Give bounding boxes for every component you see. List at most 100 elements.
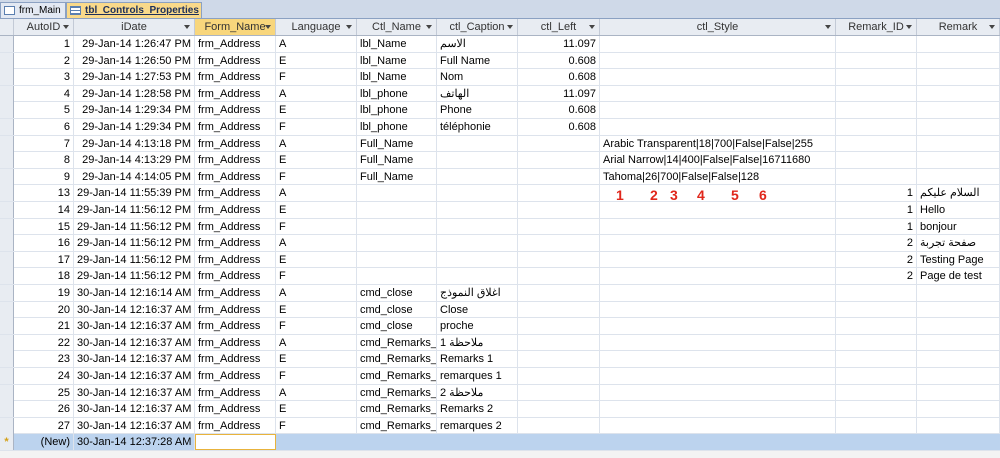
cell-ctl-caption[interactable]: Phone bbox=[437, 102, 518, 119]
cell-remark[interactable]: Testing Page bbox=[917, 251, 1000, 268]
cell-ctl-left[interactable] bbox=[518, 218, 600, 235]
row-selector[interactable] bbox=[0, 268, 14, 285]
cell-language[interactable]: A bbox=[276, 235, 357, 252]
cell-ctl-name[interactable]: lbl_Name bbox=[357, 69, 437, 86]
row-selector[interactable] bbox=[0, 102, 14, 119]
cell-idate[interactable]: 29-Jan-14 1:27:53 PM bbox=[74, 69, 195, 86]
cell-ctl-name[interactable]: lbl_phone bbox=[357, 102, 437, 119]
cell-ctl-style[interactable] bbox=[600, 218, 836, 235]
cell-idate[interactable]: 29-Jan-14 4:14:05 PM bbox=[74, 168, 195, 185]
cell-form-name[interactable]: frm_Address bbox=[195, 152, 276, 169]
cell-ctl-left[interactable] bbox=[518, 235, 600, 252]
cell-form-name[interactable]: frm_Address bbox=[195, 334, 276, 351]
cell-language[interactable]: F bbox=[276, 268, 357, 285]
cell-ctl-style[interactable] bbox=[600, 285, 836, 301]
chevron-down-icon[interactable] bbox=[989, 25, 995, 29]
chevron-down-icon[interactable] bbox=[426, 25, 432, 29]
cell-language[interactable]: E bbox=[276, 52, 357, 69]
cell-ctl-caption[interactable] bbox=[437, 202, 518, 218]
cell-autoid[interactable]: 14 bbox=[14, 202, 74, 218]
cell-ctl-style[interactable] bbox=[600, 102, 836, 119]
cell-autoid[interactable]: 8 bbox=[14, 152, 74, 169]
cell-form-name-input[interactable] bbox=[195, 434, 276, 451]
row-selector[interactable] bbox=[0, 384, 14, 401]
table-row[interactable]: 15 29-Jan-14 11:56:12 PM frm_Address F 1 bonj… bbox=[0, 218, 1000, 236]
cell-ctl-style[interactable] bbox=[600, 36, 836, 52]
cell-ctl-style[interactable] bbox=[600, 417, 836, 434]
row-selector[interactable] bbox=[0, 251, 14, 268]
cell-autoid[interactable]: 24 bbox=[14, 368, 74, 384]
row-selector[interactable] bbox=[0, 368, 14, 384]
cell-remark[interactable] bbox=[917, 351, 1000, 368]
cell-remark-id[interactable] bbox=[836, 168, 917, 185]
cell-idate[interactable]: 29-Jan-14 4:13:18 PM bbox=[74, 135, 195, 152]
cell-language[interactable]: E bbox=[276, 152, 357, 169]
cell-ctl-left[interactable] bbox=[518, 301, 600, 318]
cell-ctl-caption[interactable]: Remarks 2 bbox=[437, 401, 518, 418]
cell-ctl-name[interactable]: lbl_Name bbox=[357, 52, 437, 69]
row-selector[interactable] bbox=[0, 69, 14, 86]
cell-autoid[interactable]: 20 bbox=[14, 301, 74, 318]
cell-language[interactable]: A bbox=[276, 334, 357, 351]
cell-ctl-style[interactable] bbox=[600, 301, 836, 318]
cell-ctl-left[interactable]: 0.608 bbox=[518, 52, 600, 69]
cell-form-name[interactable]: frm_Address bbox=[195, 318, 276, 335]
cell-ctl-left[interactable] bbox=[518, 401, 600, 418]
row-selector[interactable] bbox=[0, 318, 14, 335]
cell-ctl-style[interactable] bbox=[600, 235, 836, 252]
cell-remark-id[interactable] bbox=[836, 36, 917, 52]
cell-idate[interactable]: 29-Jan-14 11:56:12 PM bbox=[74, 202, 195, 218]
cell-autoid[interactable]: 23 bbox=[14, 351, 74, 368]
cell-remark-id[interactable]: 1 bbox=[836, 218, 917, 235]
column-header-remark-id[interactable]: Remark_ID bbox=[836, 19, 917, 35]
cell-idate[interactable]: 29-Jan-14 1:29:34 PM bbox=[74, 119, 195, 135]
cell-ctl-caption[interactable]: remarques 2 bbox=[437, 417, 518, 434]
cell-form-name[interactable]: frm_Address bbox=[195, 351, 276, 368]
cell-ctl-name[interactable] bbox=[357, 218, 437, 235]
cell-language[interactable]: F bbox=[276, 318, 357, 335]
cell-ctl-name[interactable]: Full_Name bbox=[357, 168, 437, 185]
cell-ctl-style[interactable] bbox=[600, 185, 836, 202]
row-selector[interactable] bbox=[0, 119, 14, 135]
cell-autoid[interactable]: 19 bbox=[14, 285, 74, 301]
chevron-down-icon[interactable] bbox=[825, 25, 831, 29]
cell-remark-id[interactable] bbox=[836, 152, 917, 169]
cell-ctl-left[interactable] bbox=[518, 202, 600, 218]
column-header-remark[interactable]: Remark bbox=[917, 19, 1000, 35]
cell-ctl-style[interactable] bbox=[600, 384, 836, 401]
cell-remark[interactable] bbox=[917, 152, 1000, 169]
cell-remark[interactable] bbox=[917, 334, 1000, 351]
cell-ctl-name[interactable]: lbl_phone bbox=[357, 85, 437, 102]
cell-ctl-caption[interactable]: Full Name bbox=[437, 52, 518, 69]
cell-autoid[interactable]: 13 bbox=[14, 185, 74, 202]
cell-idate[interactable]: 29-Jan-14 1:26:47 PM bbox=[74, 36, 195, 52]
cell-ctl-caption[interactable] bbox=[437, 152, 518, 169]
cell-remark-id[interactable] bbox=[836, 135, 917, 152]
cell-form-name[interactable]: frm_Address bbox=[195, 119, 276, 135]
cell-idate[interactable]: 29-Jan-14 11:56:12 PM bbox=[74, 235, 195, 252]
cell-ctl-name[interactable]: cmd_Remarks_ bbox=[357, 368, 437, 384]
cell-ctl-caption[interactable] bbox=[437, 168, 518, 185]
table-row[interactable]: 9 29-Jan-14 4:14:05 PM frm_Address F Full_Na… bbox=[0, 168, 1000, 186]
cell-ctl-caption[interactable]: اغلاق النموذج bbox=[437, 285, 518, 301]
cell-idate[interactable]: 29-Jan-14 11:55:39 PM bbox=[74, 185, 195, 202]
cell-form-name[interactable]: frm_Address bbox=[195, 251, 276, 268]
cell-ctl-style[interactable]: Arabic Transparent|18|700|False|False|25… bbox=[600, 135, 836, 152]
column-header-form-name[interactable]: Form_Name bbox=[195, 19, 276, 35]
cell-ctl-style[interactable]: Tahoma|26|700|False|False|128 bbox=[600, 168, 836, 185]
cell-remark[interactable] bbox=[917, 52, 1000, 69]
cell-form-name[interactable]: frm_Address bbox=[195, 36, 276, 52]
cell-ctl-style[interactable] bbox=[600, 85, 836, 102]
cell-remark[interactable] bbox=[917, 301, 1000, 318]
select-all-corner[interactable] bbox=[0, 19, 14, 35]
cell-ctl-caption[interactable]: téléphonie bbox=[437, 119, 518, 135]
cell-idate[interactable]: 29-Jan-14 1:28:58 PM bbox=[74, 85, 195, 102]
table-row[interactable]: 20 30-Jan-14 12:16:37 AM frm_Address Ecmd_c… bbox=[0, 301, 1000, 319]
cell-language[interactable]: F bbox=[276, 168, 357, 185]
cell-remark-id[interactable] bbox=[836, 285, 917, 301]
cell-idate[interactable]: 29-Jan-14 11:56:12 PM bbox=[74, 251, 195, 268]
table-row[interactable]: 8 29-Jan-14 4:13:29 PM frm_Address E Full_Na… bbox=[0, 152, 1000, 169]
column-header-ctl-left[interactable]: ctl_Left bbox=[518, 19, 600, 35]
cell-language[interactable]: A bbox=[276, 85, 357, 102]
new-record-row[interactable]: * (New) 30-Jan-14 12:37:28 AM bbox=[0, 434, 1000, 451]
